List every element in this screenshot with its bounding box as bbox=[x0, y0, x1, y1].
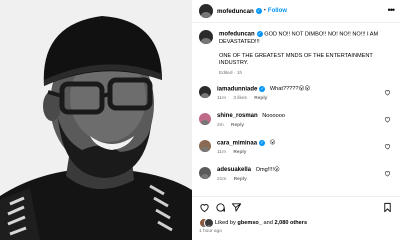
reply-button[interactable]: Reply bbox=[234, 177, 247, 182]
commenter-avatar[interactable] bbox=[199, 167, 211, 179]
commenter-avatar[interactable] bbox=[199, 113, 211, 125]
comment-likes[interactable]: 3 likes bbox=[233, 96, 247, 101]
comment-item: adesuakella Omg!!!!😮 21m Reply bbox=[199, 167, 395, 189]
comment-time: 2m bbox=[217, 123, 224, 128]
comment-username[interactable]: iamadunniade bbox=[217, 86, 257, 92]
liked-by-prefix: Liked by bbox=[215, 219, 236, 226]
comment-item: cara_miminaa ✓ 😮 11m Reply bbox=[199, 140, 395, 162]
post-timestamp: 1 hour ago bbox=[199, 229, 222, 234]
comment-heart-icon[interactable] bbox=[384, 116, 391, 123]
follow-button[interactable]: Follow bbox=[268, 8, 287, 14]
comment-text: Noooooo bbox=[262, 113, 285, 119]
comment-time: 11m bbox=[217, 96, 226, 102]
post-photo[interactable] bbox=[0, 0, 192, 240]
reply-button[interactable]: Reply bbox=[233, 150, 246, 155]
post-header: mofeduncan ✓ • Follow ••• bbox=[192, 0, 400, 23]
comment-heart-icon[interactable] bbox=[384, 89, 391, 96]
likes-summary[interactable]: Liked by gbemso_ and 2,080 others bbox=[199, 218, 307, 228]
liked-by-suffix: and bbox=[263, 219, 273, 226]
comment-username[interactable]: adesuakella bbox=[217, 167, 251, 173]
verified-icon: ✓ bbox=[259, 86, 266, 92]
comment-item: shine_rosman Noooooo 2m Reply bbox=[199, 113, 395, 135]
liked-by-count[interactable]: 2,080 others bbox=[274, 220, 307, 226]
more-options-icon[interactable]: ••• bbox=[388, 5, 396, 15]
comment-item: iamadunniade ✓ What?????😮😮 11m 3 likes Re… bbox=[199, 86, 395, 108]
liked-by-user[interactable]: gbemso_ bbox=[237, 220, 262, 226]
liker-avatars bbox=[199, 218, 214, 228]
comment-text: What?????😮😮 bbox=[269, 86, 311, 93]
comment-text: Omg!!!!😮 bbox=[255, 167, 280, 173]
comment-time: 21m bbox=[217, 177, 227, 182]
heart-icon[interactable] bbox=[199, 202, 210, 213]
reply-button[interactable]: Reply bbox=[231, 123, 244, 128]
caption-avatar[interactable] bbox=[199, 30, 213, 44]
caption-text-line2: ONE OF THE GREATEST MNDS OF THE ENTERTAI… bbox=[219, 52, 373, 67]
author-avatar[interactable] bbox=[199, 4, 213, 18]
comment-username[interactable]: shine_rosman bbox=[217, 113, 258, 119]
comment-icon[interactable] bbox=[215, 202, 226, 213]
post-panel: mofeduncan ✓ • Follow ••• mofeduncan ✓ GO… bbox=[192, 0, 400, 240]
comment-heart-icon[interactable] bbox=[384, 143, 391, 150]
commenter-avatar[interactable] bbox=[199, 86, 211, 98]
bookmark-icon[interactable] bbox=[382, 202, 393, 213]
comments-area[interactable]: mofeduncan ✓ GOD NO!! NOT DIMBO!! NO! NO!… bbox=[192, 24, 400, 196]
portrait-image bbox=[0, 0, 192, 240]
reply-button[interactable]: Reply bbox=[254, 96, 267, 101]
post-actions: Liked by gbemso_ and 2,080 others 1 hour… bbox=[192, 196, 400, 241]
author-username[interactable]: mofeduncan bbox=[217, 8, 254, 15]
comment-text: 😮 bbox=[269, 140, 276, 147]
share-icon[interactable] bbox=[231, 202, 242, 213]
verified-icon: ✓ bbox=[255, 8, 262, 14]
caption-edited: Edited · 1h bbox=[219, 71, 243, 77]
verified-icon: ✓ bbox=[259, 140, 266, 146]
comment-username[interactable]: cara_miminaa bbox=[217, 140, 257, 146]
verified-icon: ✓ bbox=[256, 31, 263, 37]
liker-avatar bbox=[204, 218, 214, 228]
comment-time: 11m bbox=[217, 150, 226, 156]
separator-dot: • bbox=[263, 8, 266, 14]
comment-heart-icon[interactable] bbox=[384, 170, 391, 177]
commenter-avatar[interactable] bbox=[199, 140, 211, 152]
caption-username[interactable]: mofeduncan bbox=[219, 31, 255, 37]
